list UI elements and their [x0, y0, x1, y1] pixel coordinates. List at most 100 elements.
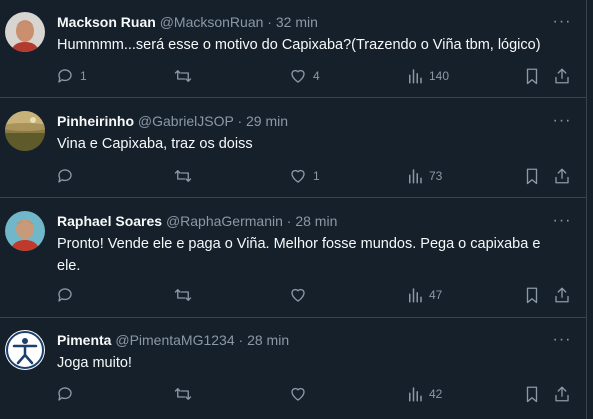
like-icon — [291, 288, 305, 302]
tweet-actions: 42 — [0, 383, 586, 405]
bookmark-icon — [526, 386, 538, 403]
timestamp[interactable]: 29 min — [246, 113, 288, 129]
reply-count: 1 — [80, 69, 87, 83]
more-icon[interactable]: ··· — [552, 213, 572, 234]
tweet-text-line: Hummmm...será esse o motivo do Capixaba?… — [57, 37, 541, 53]
views-count: 42 — [429, 387, 443, 401]
share-icon — [555, 386, 569, 402]
views-icon — [409, 69, 422, 84]
retweet-button[interactable] — [173, 284, 199, 306]
tweet-actions: 1 73 — [0, 165, 586, 187]
views-count: 73 — [429, 169, 443, 183]
reply-icon — [58, 69, 72, 83]
avatar[interactable] — [5, 111, 45, 151]
retweet-icon — [174, 388, 192, 400]
tweet-text: Pronto! Vende ele e paga o Viña. Melhor … — [57, 233, 567, 277]
views-icon — [409, 169, 422, 184]
views-button[interactable]: 42 — [407, 383, 442, 405]
tweet[interactable]: Pinheirinho @GabrielJSOP · 29 min ··· Vi… — [0, 98, 586, 198]
like-icon — [291, 69, 305, 83]
author-name[interactable]: Pinheirinho — [57, 113, 134, 129]
author-handle[interactable]: @GabrielJSOP — [138, 113, 234, 129]
author-name[interactable]: Raphael Soares — [57, 213, 162, 229]
tweet[interactable]: Mackson Ruan @MacksonRuan · 32 min ··· H… — [0, 0, 586, 98]
reply-button[interactable] — [56, 165, 80, 187]
retweet-button[interactable] — [173, 65, 199, 87]
like-button[interactable] — [289, 284, 313, 306]
views-count: 140 — [429, 69, 450, 83]
author-handle[interactable]: @RaphaGermanin — [166, 213, 283, 229]
avatar[interactable] — [5, 211, 45, 251]
tweet-header: Raphael Soares @RaphaGermanin · 28 min — [57, 212, 337, 230]
share-button[interactable] — [553, 284, 571, 306]
reply-button[interactable]: 1 — [56, 65, 87, 87]
author-name[interactable]: Pimenta — [57, 332, 111, 348]
tweet-header: Pinheirinho @GabrielJSOP · 29 min — [57, 112, 288, 130]
like-count: 4 — [313, 69, 320, 83]
tweet-text: Hummmm...será esse o motivo do Capixaba?… — [57, 34, 567, 56]
more-icon[interactable]: ··· — [552, 332, 572, 353]
retweet-icon — [174, 289, 192, 301]
tweet-header: Mackson Ruan @MacksonRuan · 32 min — [57, 13, 318, 31]
tweet-actions: 47 — [0, 284, 586, 306]
like-button[interactable]: 4 — [289, 65, 320, 87]
tweet-text: Vina e Capixaba, traz os doiss — [57, 133, 567, 155]
reply-feed: Mackson Ruan @MacksonRuan · 32 min ··· H… — [0, 0, 587, 419]
views-button[interactable]: 140 — [407, 65, 449, 87]
like-icon — [291, 169, 305, 183]
tweet-actions: 1 4 140 — [0, 65, 586, 87]
reply-button[interactable] — [56, 284, 80, 306]
bookmark-button[interactable] — [524, 383, 540, 405]
separator-dot: · — [237, 113, 243, 129]
bookmark-icon — [526, 168, 538, 185]
bookmark-icon — [526, 287, 538, 304]
like-count: 1 — [313, 169, 320, 183]
tweet-text-line: Pronto! Vende ele e paga o Viña. Melhor … — [57, 236, 541, 252]
timestamp[interactable]: 28 min — [295, 213, 337, 229]
tweet-text-line: Joga muito! — [57, 355, 132, 371]
bookmark-button[interactable] — [524, 65, 540, 87]
reply-icon — [58, 288, 72, 302]
tweet[interactable]: Raphael Soares @RaphaGermanin · 28 min ·… — [0, 198, 586, 318]
author-handle[interactable]: @MacksonRuan — [160, 14, 264, 30]
more-icon[interactable]: ··· — [552, 113, 572, 134]
share-icon — [555, 68, 569, 84]
bookmark-button[interactable] — [524, 165, 540, 187]
share-button[interactable] — [553, 165, 571, 187]
bookmark-icon — [526, 68, 538, 85]
reply-icon — [58, 169, 72, 183]
tweet[interactable]: Pimenta @PimentaMG1234 · 28 min ··· Joga… — [0, 318, 586, 419]
separator-dot: · — [238, 332, 244, 348]
more-icon[interactable]: ··· — [552, 14, 572, 35]
timestamp[interactable]: 28 min — [247, 332, 289, 348]
views-button[interactable]: 73 — [407, 165, 442, 187]
like-button[interactable]: 1 — [289, 165, 320, 187]
like-icon — [291, 387, 305, 401]
author-name[interactable]: Mackson Ruan — [57, 14, 156, 30]
tweet-text-line: Vina e Capixaba, traz os doiss — [57, 136, 253, 152]
retweet-button[interactable] — [173, 383, 199, 405]
timestamp[interactable]: 32 min — [276, 14, 318, 30]
avatar[interactable] — [5, 12, 45, 52]
views-count: 47 — [429, 288, 443, 302]
tweet-text-line: ele. — [57, 258, 81, 274]
like-button[interactable] — [289, 383, 313, 405]
share-icon — [555, 287, 569, 303]
views-icon — [409, 288, 422, 303]
tweet-text: Joga muito! — [57, 352, 567, 374]
share-button[interactable] — [553, 383, 571, 405]
separator-dot: · — [267, 14, 272, 30]
avatar[interactable] — [5, 330, 45, 370]
reply-button[interactable] — [56, 383, 80, 405]
reply-icon — [58, 387, 72, 401]
retweet-icon — [174, 70, 192, 82]
bookmark-button[interactable] — [524, 284, 540, 306]
views-icon — [409, 387, 422, 402]
share-icon — [555, 168, 569, 184]
separator-dot: · — [286, 213, 292, 229]
retweet-icon — [174, 170, 192, 182]
author-handle[interactable]: @PimentaMG1234 — [115, 332, 234, 348]
share-button[interactable] — [553, 65, 571, 87]
views-button[interactable]: 47 — [407, 284, 442, 306]
retweet-button[interactable] — [173, 165, 199, 187]
